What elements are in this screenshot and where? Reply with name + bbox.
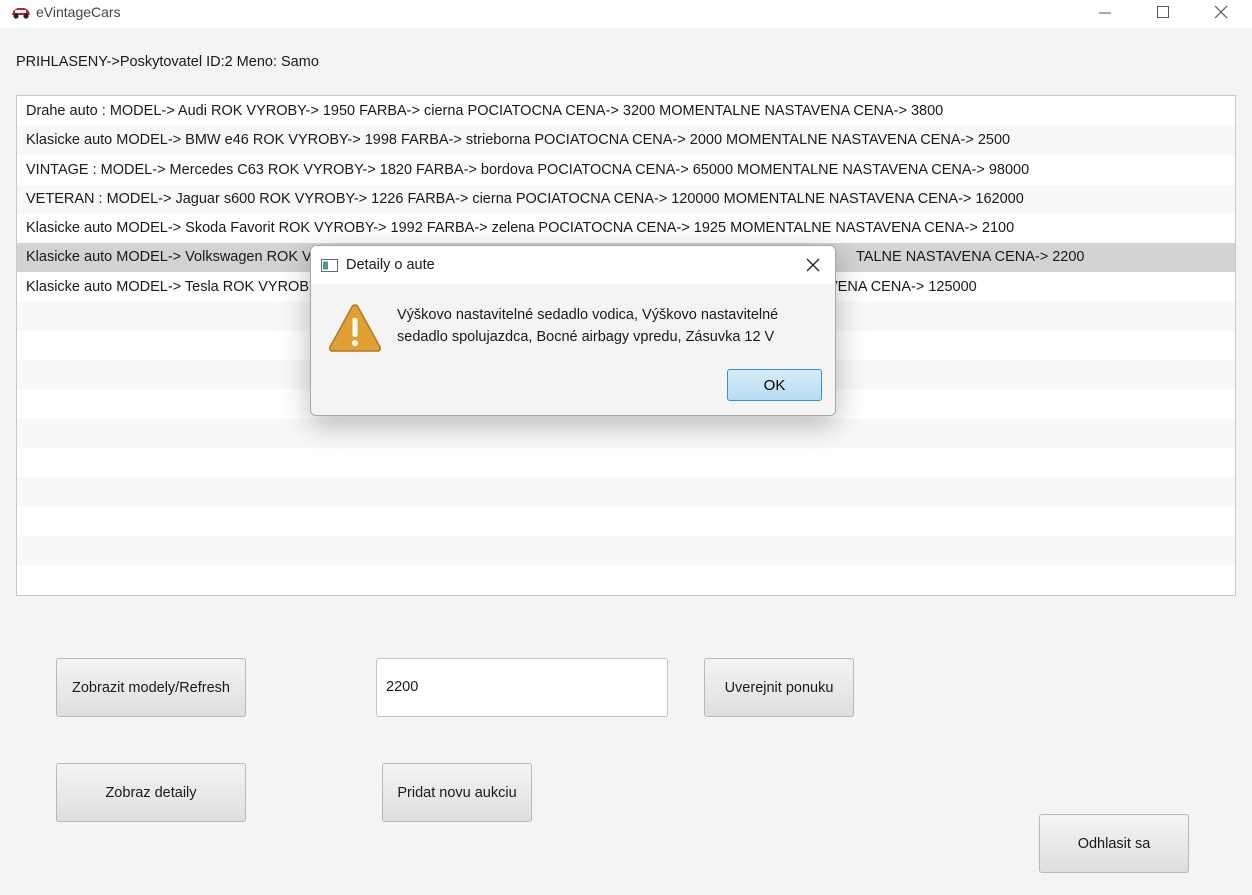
warning-icon [329,304,381,352]
window-icon [321,259,338,272]
empty-row [17,477,1235,506]
dialog-close-button[interactable] [801,254,825,276]
list-item[interactable]: VINTAGE : MODEL-> Mercedes C63 ROK VYROB… [17,156,1235,185]
empty-row [17,565,1235,594]
list-item-tail: VENA CENA-> 125000 [828,279,977,295]
show-models-refresh-button[interactable]: Zobrazit modely/Refresh [56,658,246,717]
empty-row [17,448,1235,477]
list-item-tail: TALNE NASTAVENA CENA-> 2200 [856,249,1085,265]
show-details-button[interactable]: Zobraz detaily [56,763,246,822]
close-icon [806,258,820,272]
publish-offer-button[interactable]: Uverejnit ponuku [704,658,854,717]
empty-row [17,507,1235,536]
window-title: eVintageCars [36,4,121,20]
window-titlebar: eVintageCars [0,0,1252,28]
empty-row [17,536,1235,565]
list-item[interactable]: Klasicke auto MODEL-> BMW e46 ROK VYROBY… [17,126,1235,155]
list-item[interactable]: Drahe auto : MODEL-> Audi ROK VYROBY-> 1… [17,97,1235,126]
maximize-button[interactable] [1134,0,1192,24]
empty-row [17,419,1235,448]
minimize-button[interactable] [1076,0,1134,24]
logout-button[interactable]: Odhlasit sa [1039,814,1189,873]
price-input[interactable]: 2200 [376,658,668,717]
car-details-dialog: Detaily o aute Výškovo nastavitelné seda… [310,245,836,416]
car-logo-icon [12,8,30,19]
minimize-icon [1099,12,1111,14]
close-icon [1214,5,1228,19]
list-item[interactable]: VETERAN : MODEL-> Jaguar s600 ROK VYROBY… [17,185,1235,214]
dialog-title: Detaily o aute [346,257,435,273]
add-auction-button[interactable]: Pridat novu aukciu [382,763,532,822]
close-window-button[interactable] [1192,0,1250,24]
dialog-message: Výškovo nastavitelné sedadlo vodica, Výš… [397,307,779,345]
maximize-icon [1157,6,1169,18]
ok-button[interactable]: OK [727,369,822,401]
logged-in-label: PRIHLASENY->Poskytovatel ID:2 Meno: Samo [16,54,319,70]
list-item[interactable]: Klasicke auto MODEL-> Skoda Favorit ROK … [17,214,1235,243]
dialog-titlebar: Detaily o aute [311,246,835,284]
